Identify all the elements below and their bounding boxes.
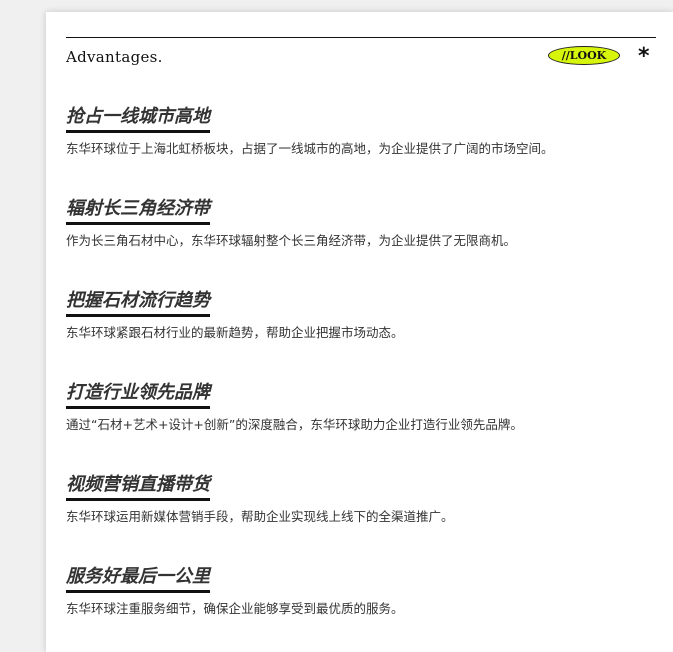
advantage-item: 抢占一线城市高地 东华环球位于上海北虹桥板块，占据了一线城市的高地，为企业提供了… <box>66 106 656 157</box>
advantage-description: 通过“石材+艺术+设计+创新”的深度融合，东华环球助力企业打造行业领先品牌。 <box>66 417 523 432</box>
asterisk-icon: * <box>638 44 650 69</box>
advantages-card: Advantages. //LOOK * 抢占一线城市高地 东华环球位于上海北虹… <box>46 12 673 652</box>
advantage-title: 辐射长三角经济带 <box>66 198 210 225</box>
advantage-title: 打造行业领先品牌 <box>66 382 210 409</box>
section-title: Advantages. <box>66 48 163 66</box>
advantage-item: 辐射长三角经济带 作为长三角石材中心，东华环球辐射整个长三角经济带，为企业提供了… <box>66 198 656 249</box>
advantage-description: 东华环球位于上海北虹桥板块，占据了一线城市的高地，为企业提供了广阔的市场空间。 <box>66 141 554 156</box>
advantage-description: 东华环球紧跟石材行业的最新趋势，帮助企业把握市场动态。 <box>66 325 404 340</box>
advantage-title: 服务好最后一公里 <box>66 566 210 593</box>
advantage-title: 视频营销直播带货 <box>66 474 210 501</box>
top-divider <box>66 37 656 38</box>
advantage-item: 服务好最后一公里 东华环球注重服务细节，确保企业能够享受到最优质的服务。 <box>66 566 656 617</box>
advantage-item: 打造行业领先品牌 通过“石材+艺术+设计+创新”的深度融合，东华环球助力企业打造… <box>66 382 656 433</box>
advantage-item: 视频营销直播带货 东华环球运用新媒体营销手段，帮助企业实现线上线下的全渠道推广。 <box>66 474 656 525</box>
advantage-description: 作为长三角石材中心，东华环球辐射整个长三角经济带，为企业提供了无限商机。 <box>66 233 517 248</box>
advantage-item: 把握石材流行趋势 东华环球紧跟石材行业的最新趋势，帮助企业把握市场动态。 <box>66 290 656 341</box>
look-button[interactable]: //LOOK <box>548 46 620 65</box>
advantage-title: 抢占一线城市高地 <box>66 106 210 133</box>
advantage-title: 把握石材流行趋势 <box>66 290 210 317</box>
advantage-description: 东华环球运用新媒体营销手段，帮助企业实现线上线下的全渠道推广。 <box>66 509 454 524</box>
advantage-description: 东华环球注重服务细节，确保企业能够享受到最优质的服务。 <box>66 601 404 616</box>
